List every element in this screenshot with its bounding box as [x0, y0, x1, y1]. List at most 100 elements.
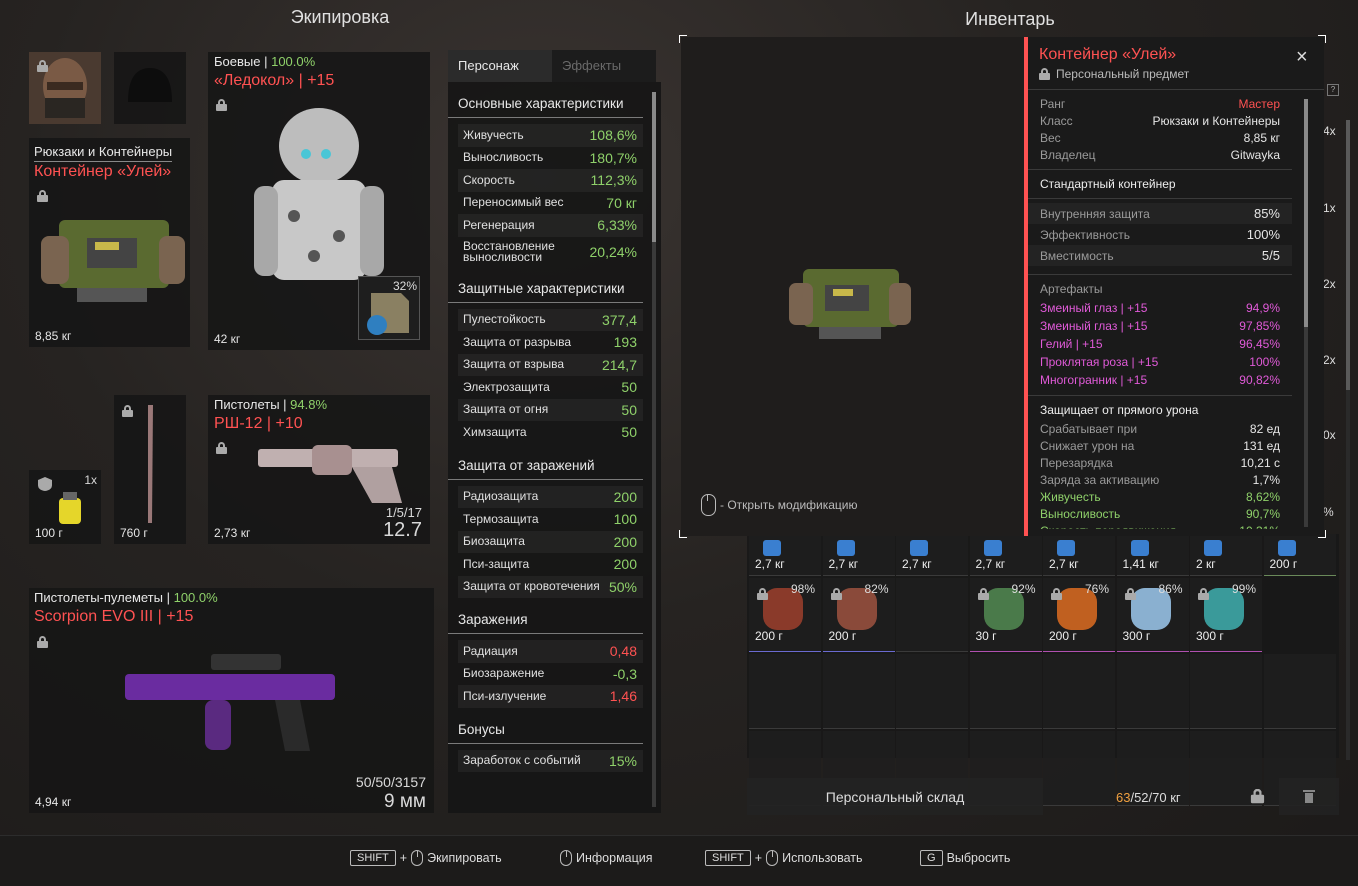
smg-slot[interactable]: Пистолеты-пулеметы | 100.0% Scorpion EVO… — [29, 588, 434, 813]
inventory-slot[interactable]: 1,41 кг — [1116, 534, 1189, 576]
tooltip-value: Мастер — [1238, 96, 1280, 111]
helmet-slot[interactable] — [114, 52, 186, 124]
stat-value: 15% — [608, 752, 637, 769]
inventory-slot-empty[interactable] — [749, 654, 821, 729]
inventory-slot-empty[interactable] — [1190, 654, 1262, 729]
inventory-slot[interactable]: 2,7 кг — [822, 534, 895, 576]
lock-icon — [757, 588, 768, 600]
stat-value: 200 — [613, 556, 637, 573]
face-slot[interactable] — [29, 52, 101, 124]
inventory-slot[interactable]: 92% 30 г — [969, 578, 1042, 652]
equip-hint: SHIFT + Экипировать — [350, 850, 502, 866]
stats-panel[interactable]: Основные характеристики Живучесть 108,6% Вы… — [448, 82, 661, 813]
tooltip-prot-row: Снижает урон на 131 ед — [1028, 437, 1292, 454]
stat-row: Радиация 0,48 — [458, 640, 643, 663]
stats-section-title: Основные характеристики — [448, 96, 643, 118]
armor-vest-icon — [1277, 540, 1296, 556]
armor-plate-icon — [367, 293, 409, 335]
inventory-slot[interactable]: 2 кг — [1190, 534, 1262, 576]
tooltip-body: Ранг Мастер Класс Рюкзаки и Контейнеры Вес 8,… — [1028, 95, 1292, 529]
tooltip-bonus-row: Выносливость 90,7% — [1028, 505, 1292, 522]
armor-weight: 42 кг — [214, 332, 241, 346]
melee-slot[interactable]: 760 г — [114, 395, 186, 544]
open-modification-hint[interactable]: - Открыть модификацию — [701, 494, 858, 516]
inventory-slot-empty[interactable] — [969, 654, 1042, 729]
tooltip-key: Вместимость — [1040, 248, 1114, 263]
smg-name: Scorpion EVO III | +15 — [34, 608, 194, 625]
inventory-lock-icon[interactable] — [1250, 788, 1265, 804]
mouse-icon — [701, 494, 716, 516]
weight-capacity: /52/70 кг — [1130, 790, 1181, 805]
armor-category: Боевые — [214, 54, 261, 69]
tooltip-divider — [1028, 395, 1292, 396]
stats-section-title: Заражения — [448, 612, 643, 634]
open-modification-label: - Открыть модификацию — [720, 498, 858, 512]
slot-condition: 98% — [790, 582, 815, 596]
armor-plate-slot[interactable]: 32% — [358, 276, 420, 340]
tab-effects[interactable]: Эффекты — [552, 50, 656, 82]
slot-weight: 200 г — [1269, 557, 1298, 571]
inventory-slot[interactable]: 200 г — [1263, 534, 1336, 576]
inventory-slot-empty[interactable] — [1116, 654, 1189, 729]
inventory-slot-empty[interactable] — [1043, 731, 1115, 806]
revolver-icon — [258, 445, 402, 503]
trash-button[interactable] — [1279, 778, 1339, 815]
stat-row: Электрозащита 50 — [458, 376, 643, 399]
mouse-icon — [411, 850, 424, 866]
equipment-title: Экипировка — [290, 7, 390, 27]
inventory-slot[interactable]: 98% 200 г — [749, 578, 821, 652]
stat-label: Радиация — [463, 643, 518, 658]
stats-list: Основные характеристики Живучесть 108,6% Вы… — [448, 96, 661, 772]
stat-row: Радиозащита 200 — [458, 485, 643, 508]
inventory-slot[interactable]: 2,7 кг — [1043, 534, 1115, 576]
inventory-slot-empty[interactable] — [896, 654, 968, 729]
inventory-slot[interactable]: 82% 200 г — [822, 578, 895, 652]
inventory-slot[interactable]: 2,7 кг — [896, 534, 968, 576]
tooltip-key: Ранг — [1040, 96, 1066, 111]
bonus-name: Скорость передвижения — [1040, 524, 1176, 530]
close-icon[interactable]: × — [1296, 46, 1308, 69]
shield-icon — [38, 477, 52, 491]
artifact-name: Гелий | +15 — [1040, 337, 1103, 351]
artifact-name: Многогранник | +15 — [1040, 373, 1148, 387]
tooltip-artifact-row: Змеиный глаз | +15 97,85% — [1028, 317, 1292, 335]
tab-character[interactable]: Персонаж — [448, 50, 552, 82]
inventory-slot[interactable]: 76% 200 г — [1043, 578, 1115, 652]
lock-icon — [216, 99, 227, 111]
stat-label: Защита от огня — [463, 402, 549, 417]
backpack-slot[interactable]: Рюкзаки и Контейнеры Контейнер «Улей» 8,… — [29, 138, 190, 347]
stat-row: Защита от кровотечения 50% — [458, 575, 643, 598]
inventory-slot-empty[interactable] — [1043, 654, 1115, 729]
stat-label: Пси-излучение — [463, 688, 547, 703]
lock-icon — [216, 442, 227, 454]
tooltip-title: Контейнер «Улей» — [1039, 46, 1177, 63]
tooltip-scrollbar[interactable] — [1304, 99, 1308, 527]
inventory-slot[interactable]: 2,7 кг — [749, 534, 821, 576]
inventory-slot[interactable]: 86% 300 г — [1116, 578, 1189, 652]
stats-section-title: Бонусы — [448, 722, 643, 744]
grenade-icon — [59, 492, 81, 524]
stat-row: Заработок с событий 15% — [458, 749, 643, 772]
stat-label: Защита от взрыва — [463, 357, 565, 372]
pistol-slot[interactable]: Пистолеты | 94.8% РШ-12 | +10 1/5/17 12.… — [208, 395, 430, 544]
inventory-scrollbar[interactable] — [1346, 120, 1350, 760]
inventory-slot-empty[interactable] — [822, 654, 895, 729]
slot-weight: 2,7 кг — [1049, 557, 1079, 571]
grenade-slot[interactable]: 1x 100 г — [29, 470, 101, 544]
stats-scrollbar[interactable] — [652, 92, 656, 807]
personal-storage-label: Персональный склад — [825, 788, 965, 805]
stat-value: 214,7 — [601, 356, 637, 373]
inventory-slot-empty[interactable] — [1263, 654, 1336, 729]
inventory-slot[interactable]: 2,7 кг — [969, 534, 1042, 576]
use-label: Использовать — [782, 851, 863, 865]
stat-value: 20,24% — [589, 243, 637, 260]
inventory-slot[interactable]: 99% 300 г — [1190, 578, 1262, 652]
armor-slot[interactable]: Боевые | 100.0% «Ледокол» | +15 32% 42 к… — [208, 52, 430, 350]
stat-row: Биозаражение -0,3 — [458, 663, 643, 686]
edge-count: 2x — [1323, 353, 1336, 367]
lock-icon — [37, 636, 48, 648]
help-button[interactable]: ? — [1327, 84, 1339, 96]
personal-storage-button[interactable]: Персональный склад — [747, 778, 1043, 815]
inventory-slot[interactable] — [896, 578, 968, 652]
lock-icon — [1250, 788, 1265, 804]
